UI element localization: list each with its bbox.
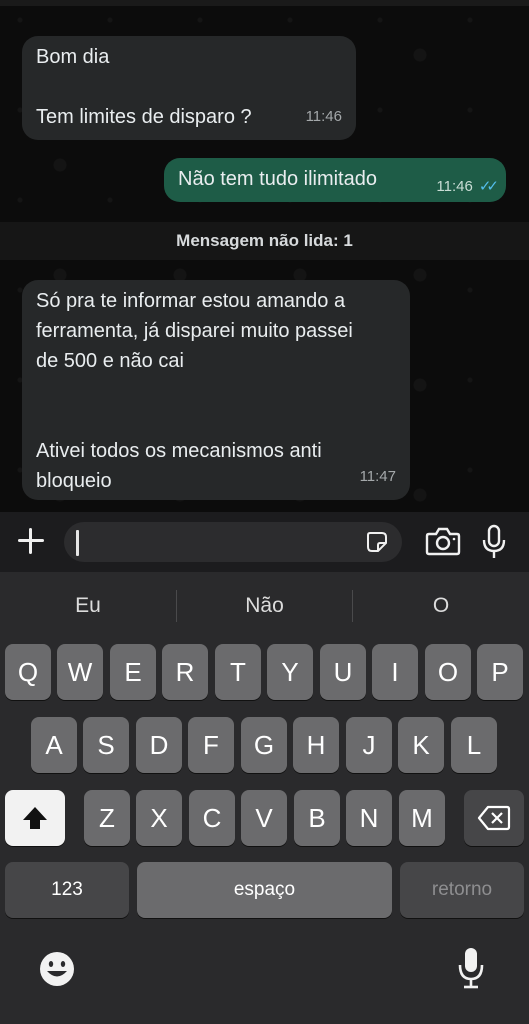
suggestion-1[interactable]: Eu (0, 582, 176, 630)
key-z[interactable]: Z (84, 790, 130, 846)
message-input-bar (0, 512, 529, 572)
message-bubble-outgoing[interactable]: Não tem tudo ilimitado 11:46 ✓✓ (164, 158, 506, 202)
backspace-icon (477, 805, 511, 831)
key-q[interactable]: Q (5, 644, 51, 700)
camera-icon[interactable] (425, 526, 461, 556)
key-y[interactable]: Y (267, 644, 313, 700)
key-j[interactable]: J (346, 717, 392, 773)
message-meta: 11:46 ✓✓ (436, 172, 499, 202)
keyboard: Eu Não O Q W E R T Y U I O P A S D F G H… (0, 572, 529, 1024)
key-v[interactable]: V (241, 790, 287, 846)
message-time: 11:46 (305, 108, 342, 125)
suggestion-3[interactable]: O (353, 582, 529, 630)
unread-divider: Mensagem não lida: 1 (0, 222, 529, 260)
key-t[interactable]: T (215, 644, 261, 700)
key-o[interactable]: O (425, 644, 471, 700)
double-check-read-icon: ✓✓ (478, 178, 499, 195)
key-b[interactable]: B (294, 790, 340, 846)
header-edge (0, 0, 529, 6)
key-a[interactable]: A (31, 717, 77, 773)
key-p[interactable]: P (477, 644, 523, 700)
key-c[interactable]: C (189, 790, 235, 846)
message-time: 11:46 (436, 178, 473, 195)
key-e[interactable]: E (110, 644, 156, 700)
key-u[interactable]: U (320, 644, 366, 700)
shift-key[interactable] (5, 790, 65, 846)
key-d[interactable]: D (136, 717, 182, 773)
dictation-mic-icon[interactable] (456, 946, 486, 990)
backspace-key[interactable] (464, 790, 524, 846)
key-f[interactable]: F (188, 717, 234, 773)
mic-icon[interactable] (480, 524, 508, 560)
key-m[interactable]: M (399, 790, 445, 846)
return-key[interactable]: retorno (400, 862, 524, 918)
emoji-icon[interactable] (38, 950, 76, 988)
key-g[interactable]: G (241, 717, 287, 773)
text-caret (76, 530, 79, 556)
key-h[interactable]: H (293, 717, 339, 773)
suggestion-bar: Eu Não O (0, 572, 529, 640)
shift-icon (23, 807, 47, 829)
message-text: Bom dia Tem limites de disparo ? (36, 46, 252, 128)
sticker-icon[interactable] (366, 531, 388, 553)
plus-icon[interactable] (14, 524, 48, 558)
key-s[interactable]: S (83, 717, 129, 773)
suggestion-2[interactable]: Não (177, 582, 352, 630)
message-time: 11:47 (359, 468, 396, 485)
message-bubble-incoming[interactable]: Bom dia Tem limites de disparo ? 11:46 (22, 36, 356, 140)
key-k[interactable]: K (398, 717, 444, 773)
message-text: Só pra te informar estou amando a ferram… (36, 290, 353, 492)
chat-area: Bom dia Tem limites de disparo ? 11:46 N… (0, 0, 529, 512)
key-l[interactable]: L (451, 717, 497, 773)
key-n[interactable]: N (346, 790, 392, 846)
key-x[interactable]: X (136, 790, 182, 846)
key-w[interactable]: W (57, 644, 103, 700)
message-bubble-incoming[interactable]: Só pra te informar estou amando a ferram… (22, 280, 410, 500)
key-r[interactable]: R (162, 644, 208, 700)
space-key[interactable]: espaço (137, 862, 392, 918)
key-i[interactable]: I (372, 644, 418, 700)
numbers-key[interactable]: 123 (5, 862, 129, 918)
message-input[interactable] (64, 522, 402, 562)
